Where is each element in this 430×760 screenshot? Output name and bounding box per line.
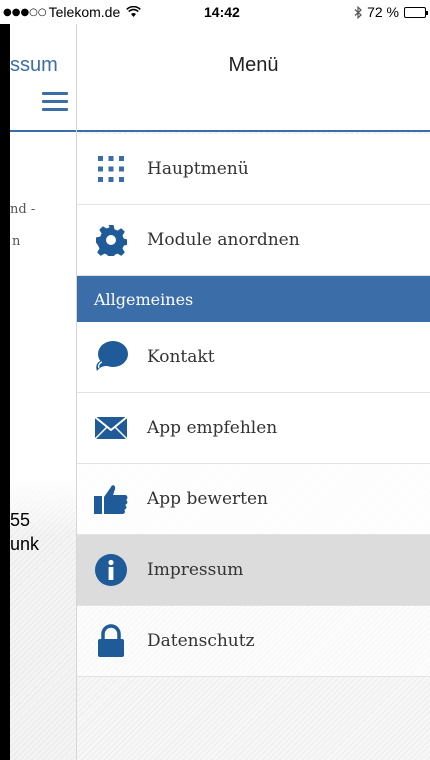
- menu-title: Menü: [228, 54, 279, 76]
- speech-bubble-icon: [93, 339, 129, 375]
- device-screen: ●●●○○ Telekom.de 14:42 72 % ssum nd - n …: [0, 0, 430, 760]
- menu-item-app-bewerten[interactable]: App bewerten: [77, 464, 430, 535]
- wifi-icon: [126, 6, 141, 18]
- status-right: 72 %: [354, 4, 428, 20]
- bluetooth-icon: [354, 5, 362, 19]
- background-text-line: nd -: [10, 202, 36, 217]
- menu-item-module-anordnen[interactable]: Module anordnen: [77, 205, 430, 276]
- background-title: ssum: [10, 54, 58, 76]
- menu-item-label: Impressum: [147, 560, 244, 580]
- menu-item-label: Kontakt: [147, 347, 215, 367]
- menu-list: Hauptmenü Module anordnen Allgemeines Ko…: [77, 134, 430, 677]
- section-header-allgemeines: Allgemeines: [77, 276, 430, 322]
- status-left: ●●●○○ Telekom.de: [3, 4, 141, 20]
- signal-strength-icon: ●●●○○: [3, 6, 47, 18]
- carrier-label: Telekom.de: [48, 4, 121, 20]
- background-topbar: ssum: [10, 24, 76, 132]
- side-menu: Menü Hauptmenü Module anordnen Allgemein…: [76, 24, 430, 760]
- hamburger-menu-icon[interactable]: [42, 92, 68, 116]
- menu-item-label: App empfehlen: [147, 418, 278, 438]
- lock-icon: [93, 623, 129, 659]
- menu-item-kontakt[interactable]: Kontakt: [77, 322, 430, 393]
- menu-item-label: Hauptmenü: [147, 159, 249, 179]
- menu-item-app-empfehlen[interactable]: App empfehlen: [77, 393, 430, 464]
- grid-icon: [93, 151, 129, 187]
- menu-item-hauptmenu[interactable]: Hauptmenü: [77, 134, 430, 205]
- menu-item-impressum[interactable]: Impressum: [77, 535, 430, 606]
- clock-time: 14:42: [204, 4, 240, 20]
- menu-item-label: App bewerten: [147, 489, 268, 509]
- menu-header: Menü: [77, 24, 430, 132]
- info-icon: [93, 552, 129, 588]
- battery-icon: [404, 6, 428, 18]
- menu-item-datenschutz[interactable]: Datenschutz: [77, 606, 430, 677]
- status-bar: ●●●○○ Telekom.de 14:42 72 %: [0, 0, 430, 24]
- menu-item-label: Module anordnen: [147, 230, 300, 250]
- background-screen: ssum nd - n 55 unk: [0, 24, 76, 760]
- envelope-icon: [93, 410, 129, 446]
- thumbs-up-icon: [93, 481, 129, 517]
- gear-icon: [93, 222, 129, 258]
- menu-item-label: Datenschutz: [147, 631, 255, 651]
- background-large-text: 55 unk: [10, 510, 40, 554]
- battery-percent: 72 %: [367, 4, 399, 20]
- background-text-line: n: [12, 234, 21, 249]
